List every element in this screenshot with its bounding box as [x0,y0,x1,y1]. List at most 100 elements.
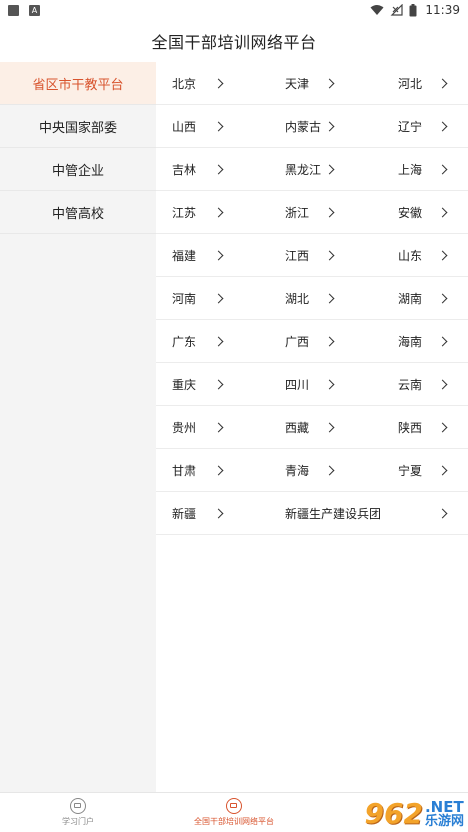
region-row: 广东 广西 海南 [156,320,468,363]
region-item[interactable]: 海南 [398,320,448,362]
chevron-right-icon [437,293,448,303]
region-item[interactable]: 新疆生产建设兵团 [285,492,448,534]
region-label: 安徽 [398,205,423,220]
chevron-right-icon [324,250,335,260]
region-item[interactable]: 吉林 [172,148,224,190]
nav-tab-hidden[interactable] [312,793,468,832]
region-label: 宁夏 [398,463,423,478]
chevron-right-icon [324,121,335,131]
battery-icon [409,3,417,16]
region-item[interactable]: 贵州 [172,406,224,448]
portal-icon [70,798,86,814]
category-item-provincial[interactable]: 省区市干教平台 [0,62,156,105]
chevron-right-icon [324,164,335,174]
signal-off-icon [390,4,404,16]
category-item-enterprises[interactable]: 中管企业 [0,148,156,191]
category-label: 中管高校 [51,206,104,222]
region-item[interactable]: 甘肃 [172,449,224,491]
chevron-right-icon [213,508,224,518]
chevron-right-icon [213,336,224,346]
region-item[interactable]: 内蒙古 [285,105,335,147]
status-bar: A 11:39 [0,0,468,20]
region-label: 湖北 [285,291,310,306]
region-label: 广东 [172,334,197,349]
chevron-right-icon [213,379,224,389]
region-label: 河北 [398,76,423,91]
region-item[interactable]: 天津 [285,62,335,104]
bottom-nav: 学习门户 全国干部培训网络平台 [0,792,468,832]
chevron-right-icon [213,250,224,260]
region-item[interactable]: 安徽 [398,191,448,233]
status-left: A [8,4,40,16]
region-item[interactable]: 浙江 [285,191,335,233]
region-row: 江苏 浙江 安徽 [156,191,468,234]
region-label: 北京 [172,76,197,91]
chevron-right-icon [213,121,224,131]
region-item[interactable]: 福建 [172,234,224,276]
region-item[interactable]: 河南 [172,277,224,319]
nav-tab-platform[interactable]: 全国干部培训网络平台 [156,793,312,832]
region-item[interactable]: 江西 [285,234,335,276]
region-label: 贵州 [172,420,197,435]
chevron-right-icon [437,422,448,432]
chevron-right-icon [213,422,224,432]
region-item[interactable]: 江苏 [172,191,224,233]
region-item[interactable]: 上海 [398,148,448,190]
region-item[interactable]: 重庆 [172,363,224,405]
region-item[interactable]: 辽宁 [398,105,448,147]
region-item[interactable]: 陕西 [398,406,448,448]
region-item[interactable]: 云南 [398,363,448,405]
category-menu: 省区市干教平台 中央国家部委 中管企业 中管高校 [0,62,156,792]
page-title: 全国干部培训网络平台 [151,33,317,52]
region-label: 浙江 [285,205,310,220]
nav-label: 全国干部培训网络平台 [194,817,274,826]
chevron-right-icon [324,78,335,88]
region-item[interactable]: 山东 [398,234,448,276]
region-item[interactable]: 河北 [398,62,448,104]
region-label: 青海 [285,463,310,478]
region-row: 河南 湖北 湖南 [156,277,468,320]
region-item[interactable]: 宁夏 [398,449,448,491]
region-item[interactable]: 西藏 [285,406,335,448]
region-label: 四川 [285,377,310,392]
region-label: 山东 [398,248,423,263]
region-label: 河南 [172,291,197,306]
region-label: 江苏 [172,205,197,220]
chevron-right-icon [437,121,448,131]
region-item[interactable]: 湖南 [398,277,448,319]
chevron-right-icon [324,422,335,432]
chevron-right-icon [213,164,224,174]
a-badge-icon: A [29,4,40,16]
region-item[interactable]: 四川 [285,363,335,405]
region-label: 天津 [285,76,310,91]
category-item-universities[interactable]: 中管高校 [0,191,156,234]
region-item[interactable]: 黑龙江 [285,148,335,190]
region-row: 甘肃 青海 宁夏 [156,449,468,492]
region-row: 福建 江西 山东 [156,234,468,277]
chevron-right-icon [324,336,335,346]
region-item[interactable]: 新疆 [172,492,224,534]
chevron-right-icon [213,207,224,217]
region-item[interactable]: 湖北 [285,277,335,319]
category-label: 省区市干教平台 [32,77,124,93]
region-label: 吉林 [172,162,197,177]
region-item[interactable]: 广西 [285,320,335,362]
region-label: 内蒙古 [285,119,322,134]
nav-label: 学习门户 [62,817,94,826]
region-item[interactable]: 青海 [285,449,335,491]
region-item[interactable]: 北京 [172,62,224,104]
region-item[interactable]: 山西 [172,105,224,147]
region-label: 上海 [398,162,423,177]
app-header: 全国干部培训网络平台 [0,20,468,62]
region-label: 福建 [172,248,197,263]
region-label: 新疆生产建设兵团 [285,506,382,521]
wifi-icon [370,5,384,15]
category-label: 中管企业 [51,163,104,179]
category-item-ministries[interactable]: 中央国家部委 [0,105,156,148]
chevron-right-icon [324,293,335,303]
nav-tab-portal[interactable]: 学习门户 [0,793,156,832]
chevron-right-icon [324,207,335,217]
region-row: 新疆 新疆生产建设兵团 [156,492,468,535]
region-item[interactable]: 广东 [172,320,224,362]
chevron-right-icon [437,379,448,389]
